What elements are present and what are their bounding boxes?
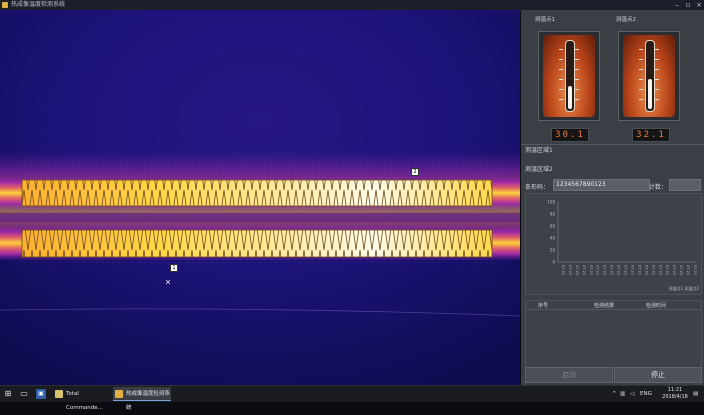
x-tick-label: 07:21	[575, 265, 579, 275]
x-tick-label: 07:21	[596, 265, 600, 275]
x-tick-label: 07:21	[603, 265, 607, 275]
restore-icon[interactable]: ▫	[683, 0, 693, 10]
sensor-2-readout: 32.1	[632, 128, 670, 142]
chart-axes	[557, 202, 696, 263]
x-tick-label: 07:21	[610, 265, 614, 275]
clock-date: 2018/4/18	[662, 394, 688, 400]
x-tick-label: 07:21	[582, 265, 586, 275]
x-tick-label: 07:21	[630, 265, 634, 275]
y-tick-label: 80	[550, 212, 556, 217]
start-menu-icon[interactable]: ⊞	[3, 389, 13, 399]
y-tick-label: 100	[547, 200, 555, 205]
count-label: 计数：	[649, 184, 668, 191]
x-tick-label: 07:21	[617, 265, 621, 275]
thermal-image-view[interactable]: 2 1	[0, 10, 520, 385]
total-commander-icon	[55, 390, 63, 398]
sensor-1-thermometer	[538, 31, 600, 121]
legend-sensor-1: 测温点1	[668, 286, 684, 291]
count-input[interactable]	[669, 179, 701, 191]
x-tick-label: 07:21	[665, 265, 669, 275]
taskbar-app-total-commander[interactable]: Total Commande...	[53, 387, 111, 411]
x-tick-label: 07:21	[693, 265, 697, 275]
taskbar-clock[interactable]: 11:21 2018/4/18	[660, 387, 690, 401]
table-header-divider	[526, 309, 701, 310]
sensor-2-level	[648, 79, 652, 109]
region-2-label: 测温区域2	[525, 166, 553, 173]
sensor-1-level	[568, 85, 572, 109]
y-tick-label: 60	[550, 224, 556, 229]
legend-sensor-2: 测温点2	[684, 286, 699, 291]
y-tick-label: 40	[550, 236, 556, 241]
taskbar: ⊞ ▭ ▣ Total Commande... 热成像温度检测系统 ^ ▥ ◁ …	[0, 385, 704, 411]
taskbar-app-thermal-system[interactable]: 热成像温度检测系统	[113, 387, 171, 411]
barcode-label: 条形码：	[525, 184, 550, 191]
chart-legend: 测温点1 测温点2	[669, 286, 699, 292]
sensor-2-label: 测温点2	[616, 17, 636, 23]
measure-point-1-marker[interactable]: 1	[170, 264, 178, 272]
app-icon	[2, 2, 8, 8]
start-button[interactable]: 启动	[525, 367, 613, 383]
x-tick-label: 07:21	[658, 265, 662, 275]
table-header-time: 检测时间	[646, 303, 667, 309]
barcode-input[interactable]: 1234567890123	[553, 179, 650, 191]
x-tick-label: 07:21	[644, 265, 648, 275]
x-tick-label: 07:21	[589, 265, 593, 275]
y-tick-label: 0	[552, 260, 555, 265]
notification-icon[interactable]: ▤	[693, 386, 698, 402]
temperature-chart: 100 80 60 40 20 0 07:21 07:21 07:21 07:21 07:21 07:…	[525, 193, 702, 295]
x-tick-label: 07:21	[686, 265, 690, 275]
temperature-chart-svg: 10080604020007:21 07:21 07:21 07:21 07:21 07:…	[547, 200, 697, 276]
volume-icon[interactable]: ◁	[630, 386, 634, 402]
thermal-image	[0, 10, 520, 385]
stop-button[interactable]: 停止	[614, 367, 702, 383]
measure-point-2-marker[interactable]: 2	[411, 168, 419, 176]
window-title: 热成像温度检测系统	[11, 1, 66, 8]
sensor-2-thermometer	[618, 31, 680, 121]
language-indicator[interactable]: ENG	[640, 386, 652, 402]
y-tick-label: 20	[550, 248, 556, 253]
x-tick-label: 07:21	[561, 265, 565, 275]
table-header-index: 序号	[538, 303, 549, 309]
x-tick-label: 07:21	[637, 265, 641, 275]
thermal-system-icon	[115, 390, 123, 398]
sensor-1-label: 测温点1	[535, 17, 555, 23]
x-tick-label: 07:21	[568, 265, 572, 275]
minimize-icon[interactable]: –	[672, 0, 682, 10]
x-tick-label: 07:21	[679, 265, 683, 275]
pinned-app-icon[interactable]: ▣	[36, 389, 46, 399]
x-tick-label: 07:21	[624, 265, 628, 275]
task-view-icon[interactable]: ▭	[19, 389, 29, 399]
tray-chevron-icon[interactable]: ^	[612, 386, 617, 402]
sensor-1-readout: 30.1	[551, 128, 589, 142]
x-tick-label: 07:21	[672, 265, 676, 275]
network-icon[interactable]: ▥	[620, 386, 625, 402]
region-1-label: 测温区域1	[525, 147, 553, 154]
close-icon[interactable]: ×	[694, 0, 704, 10]
side-panel: 测温点1 测温点2 30.1 32.1 测温区域1 测温区域2 条形码： 123…	[521, 10, 704, 385]
clock-time: 11:21	[667, 387, 683, 393]
table-header-result: 检测结果	[594, 303, 615, 309]
x-tick-label: 07:21	[651, 265, 655, 275]
